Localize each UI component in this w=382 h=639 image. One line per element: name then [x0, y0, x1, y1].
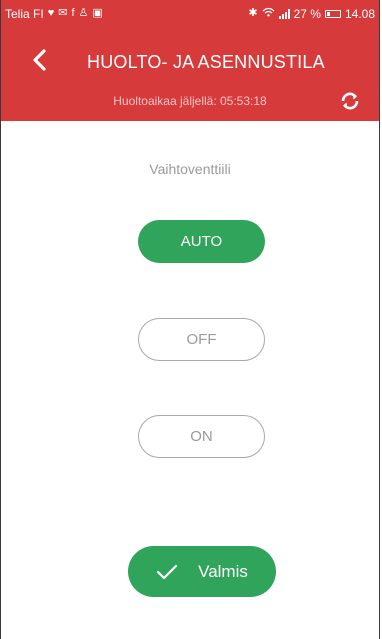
wifi-icon	[262, 7, 275, 20]
done-label: Valmis	[198, 561, 248, 581]
carrier-label: Telia FI	[5, 6, 44, 21]
signal-icon	[278, 8, 290, 19]
valve-section-label: Vaihtoventtiili	[149, 161, 231, 177]
refresh-icon	[341, 92, 359, 110]
service-time-remaining: Huoltoaikaa jäljellä: 05:53:18	[113, 94, 267, 108]
chevron-left-icon	[33, 49, 46, 71]
refresh-button[interactable]	[339, 90, 361, 112]
option-on-button[interactable]: ON	[138, 415, 265, 458]
clock: 14.08	[344, 6, 375, 21]
mail-icon: ✉	[58, 7, 68, 19]
option-auto-button[interactable]: AUTO	[138, 220, 265, 263]
option-off-button[interactable]: OFF	[138, 318, 265, 361]
page-title: HUOLTO- JA ASENNUSTILA	[87, 52, 325, 72]
app-header: HUOLTO- JA ASENNUSTILA Huoltoaikaa jälje…	[1, 27, 379, 121]
battery-icon	[324, 9, 341, 18]
person-icon: ♙	[78, 7, 89, 19]
status-bar-right: ✱ 27 % 14.08	[248, 7, 375, 21]
app-screen: Telia FI ♥ ✉ f ♙ ▣ ✱ 27 % 14.08 HUOLTO- …	[0, 0, 380, 639]
facebook-icon: f	[71, 7, 75, 19]
option-on-label: ON	[190, 428, 213, 445]
done-button[interactable]: Valmis	[128, 546, 276, 597]
image-icon: ▣	[92, 7, 103, 19]
back-button[interactable]	[27, 47, 53, 73]
option-auto-label: AUTO	[180, 233, 223, 250]
bluetooth-icon: ✱	[248, 7, 258, 19]
checkmark-icon	[157, 564, 178, 579]
status-bar: Telia FI ♥ ✉ f ♙ ▣ ✱ 27 % 14.08	[1, 0, 379, 27]
battery-percent: 27 %	[293, 6, 321, 21]
heart-icon: ♥	[47, 7, 55, 19]
status-bar-left: Telia FI ♥ ✉ f ♙ ▣	[5, 7, 103, 21]
option-off-label: OFF	[186, 331, 217, 348]
